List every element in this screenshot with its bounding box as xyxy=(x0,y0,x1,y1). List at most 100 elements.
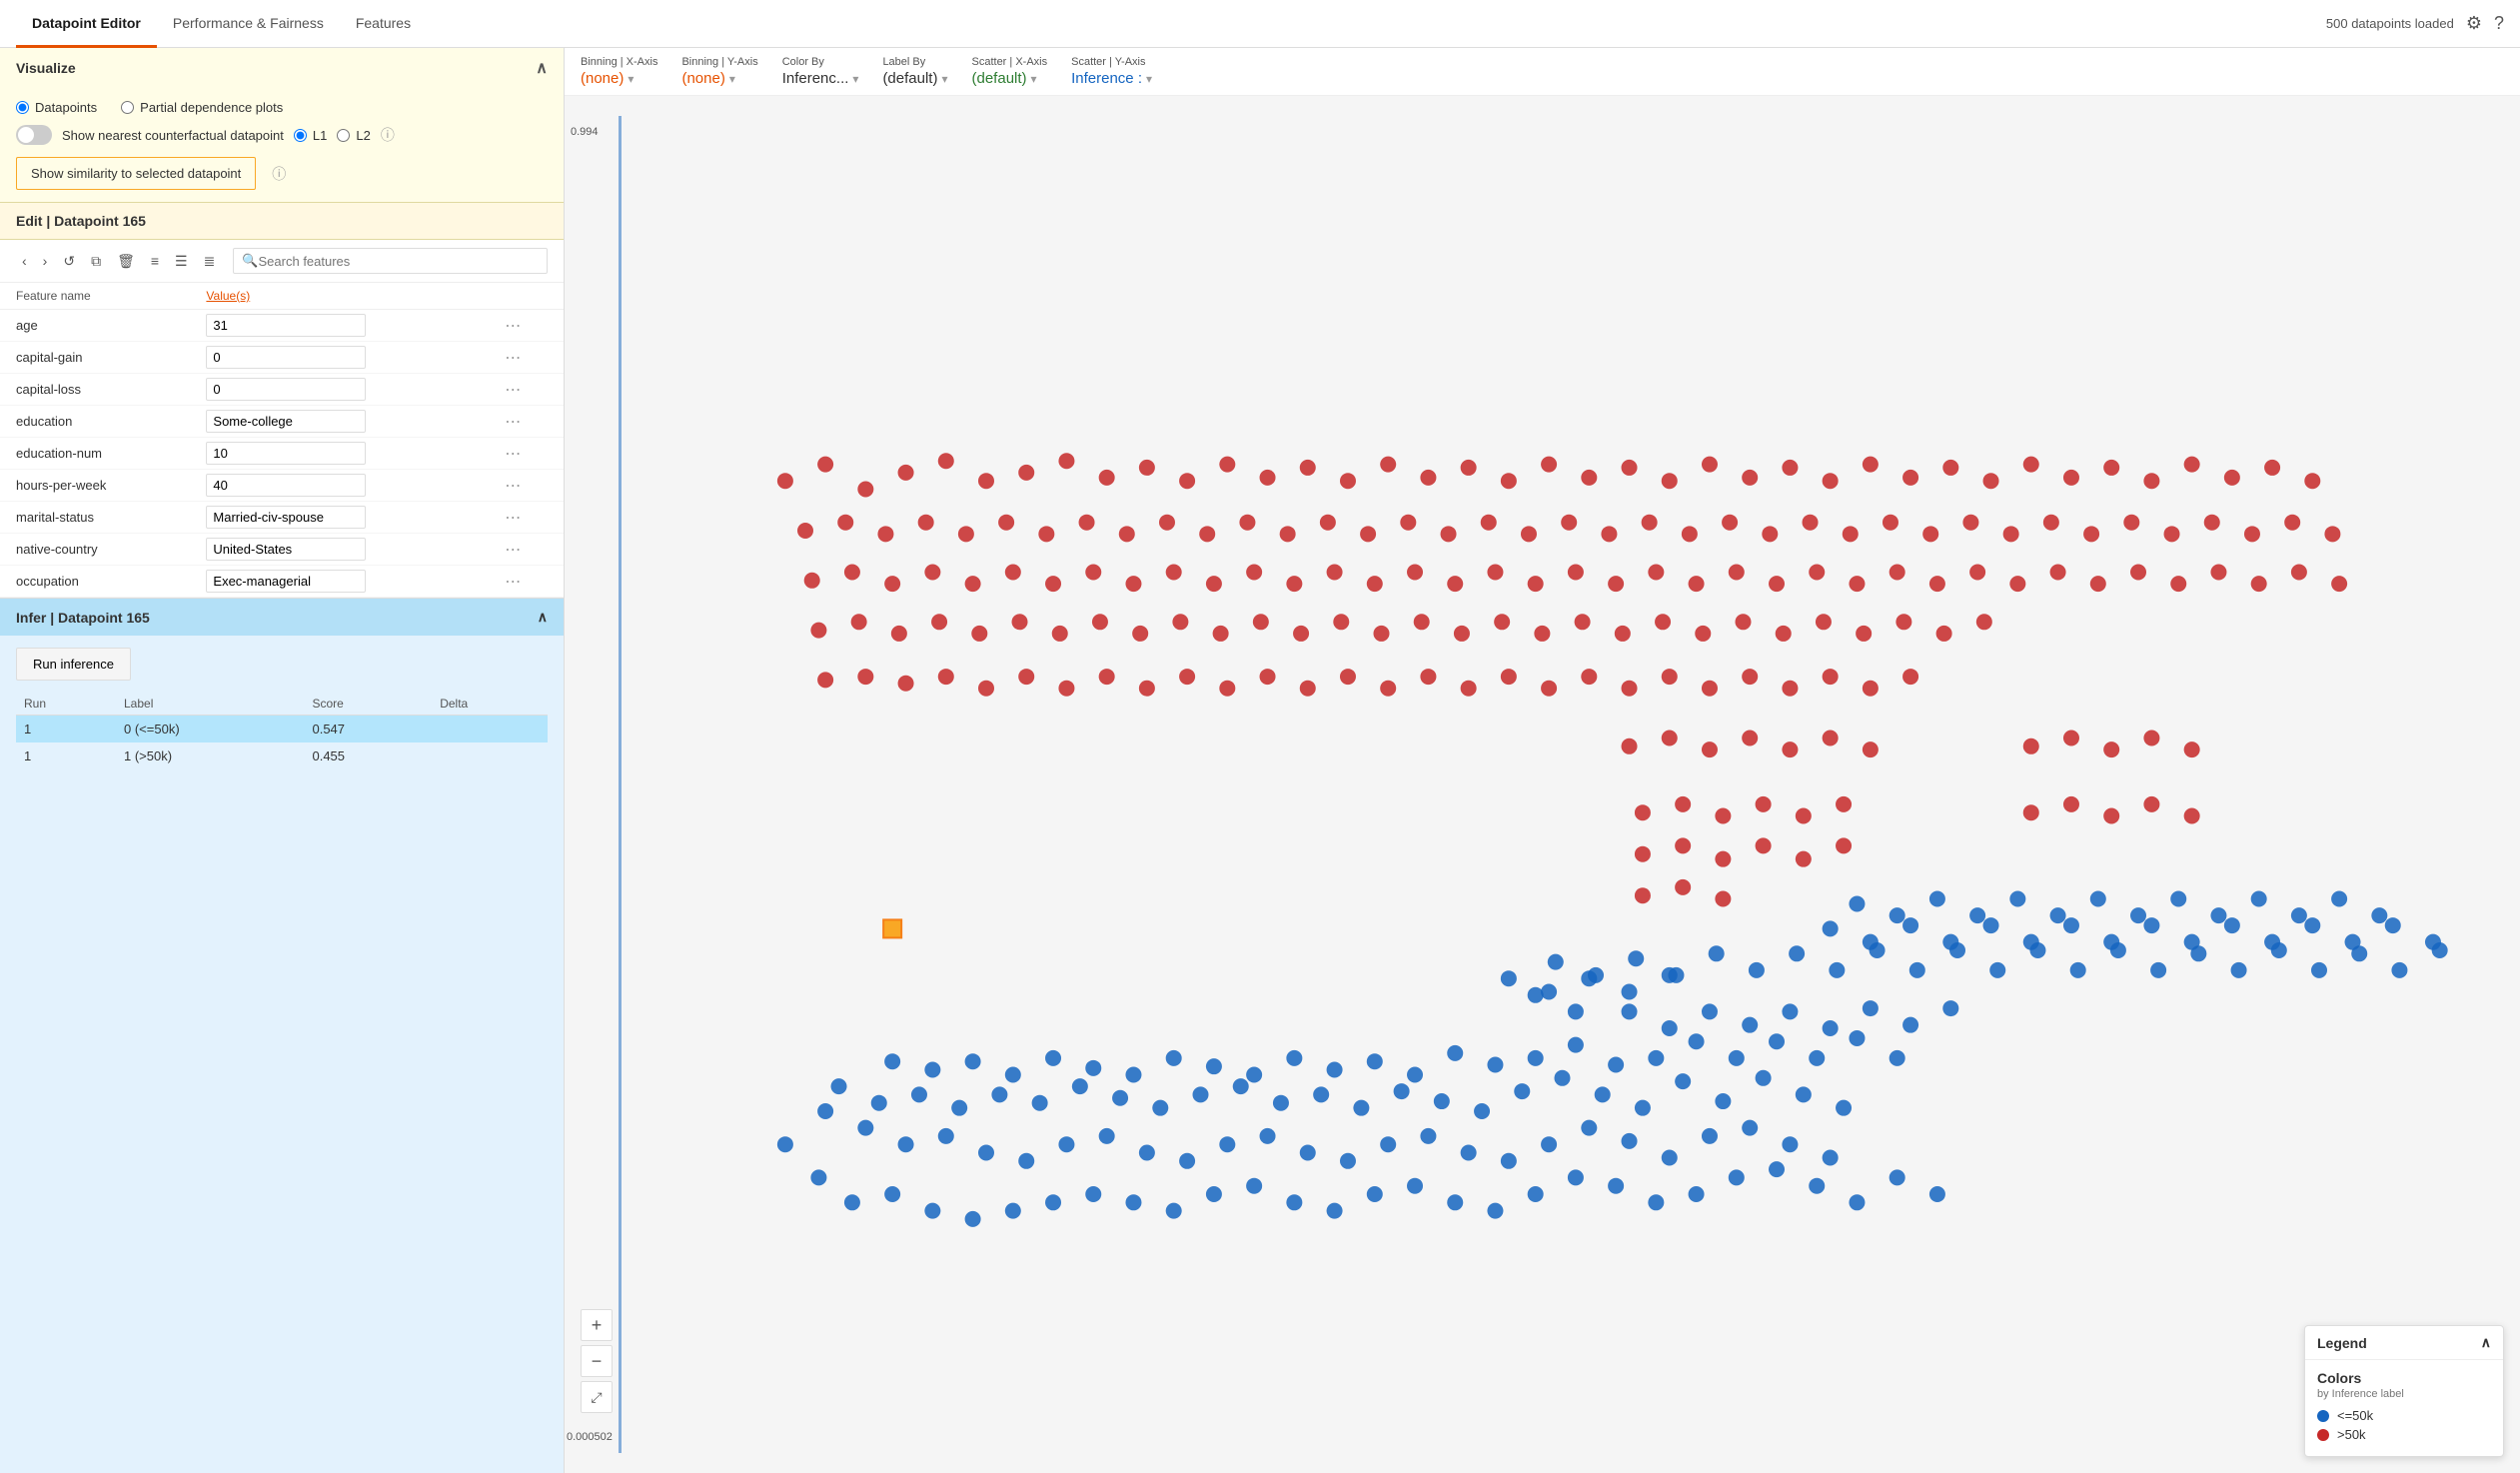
scatter-dot[interactable] xyxy=(1890,1050,1905,1066)
scatter-dot[interactable] xyxy=(1501,669,1517,685)
scatter-dot[interactable] xyxy=(1608,1178,1624,1194)
scatter-dot[interactable] xyxy=(1541,983,1557,999)
feature-value-cell[interactable] xyxy=(190,342,489,374)
scatter-dot[interactable] xyxy=(1568,1037,1584,1053)
tab-features[interactable]: Features xyxy=(340,1,427,48)
feature-value-cell[interactable] xyxy=(190,438,489,470)
scatter-dot[interactable] xyxy=(1575,614,1591,630)
scatter-dot[interactable] xyxy=(1045,1194,1061,1210)
scatter-dot[interactable] xyxy=(2304,917,2320,933)
scatter-dot[interactable] xyxy=(1400,515,1416,531)
scatter-dot[interactable] xyxy=(2103,808,2119,824)
scatter-dot[interactable] xyxy=(1179,473,1195,489)
binning-x-select[interactable]: (none) ▾ xyxy=(581,70,657,87)
tab-performance-fairness[interactable]: Performance & Fairness xyxy=(157,1,340,48)
scatter-dot[interactable] xyxy=(1796,851,1812,867)
scatter-dot[interactable] xyxy=(1969,565,1985,581)
counterfactual-toggle[interactable] xyxy=(16,125,52,145)
scatter-dot[interactable] xyxy=(1521,526,1537,542)
scatter-dot[interactable] xyxy=(1581,669,1597,685)
scatter-dot[interactable] xyxy=(911,1086,927,1102)
feature-more-button[interactable]: ⋯ xyxy=(505,316,521,336)
scatter-dot[interactable] xyxy=(1032,1095,1048,1111)
scatter-area[interactable]: 0.994 0.000502 + − ⤢ Legend ∧ Colors xyxy=(565,96,2520,1473)
scatter-dot[interactable] xyxy=(1568,1003,1584,1019)
scatter-dot[interactable] xyxy=(1139,460,1155,476)
scatter-dot[interactable] xyxy=(1635,1100,1651,1116)
scatter-dot[interactable] xyxy=(2345,934,2361,950)
scatter-dot[interactable] xyxy=(1125,1066,1141,1082)
scatter-dot[interactable] xyxy=(1715,851,1731,867)
scatter-dot[interactable] xyxy=(1662,1149,1678,1165)
scatter-dot[interactable] xyxy=(1038,526,1054,542)
scatter-dot[interactable] xyxy=(1501,1153,1517,1169)
scatter-dot[interactable] xyxy=(2063,731,2079,746)
scatter-dot[interactable] xyxy=(1300,681,1316,697)
scatter-dot[interactable] xyxy=(1729,1050,1745,1066)
scatter-dot[interactable] xyxy=(1809,565,1825,581)
scatter-dot[interactable] xyxy=(1286,1194,1302,1210)
scatter-dot[interactable] xyxy=(958,526,974,542)
scatter-dot[interactable] xyxy=(1983,917,1999,933)
fit-screen-button[interactable]: ⤢ xyxy=(581,1381,613,1413)
scatter-dot[interactable] xyxy=(2311,962,2327,978)
scatter-dot[interactable] xyxy=(1528,1186,1544,1202)
scatter-dot[interactable] xyxy=(1099,470,1115,486)
scatter-dot[interactable] xyxy=(1902,470,1918,486)
scatter-dot[interactable] xyxy=(1487,565,1503,581)
scatter-dot[interactable] xyxy=(804,573,820,589)
feature-more-button[interactable]: ⋯ xyxy=(505,476,521,496)
scatter-dot[interactable] xyxy=(924,1203,940,1219)
scatter-dot[interactable] xyxy=(1568,565,1584,581)
scatter-dot[interactable] xyxy=(2063,917,2079,933)
delete-button[interactable]: 🗑 xyxy=(111,249,141,274)
scatter-dot[interactable] xyxy=(1976,614,1992,630)
scatter-dot[interactable] xyxy=(884,1186,900,1202)
scatter-dot[interactable] xyxy=(991,1086,1007,1102)
scatter-dot[interactable] xyxy=(2150,962,2166,978)
scatter-dot[interactable] xyxy=(2210,907,2226,923)
scatter-dot[interactable] xyxy=(1942,460,1958,476)
scatter-dot[interactable] xyxy=(1715,1093,1731,1109)
scatter-dot[interactable] xyxy=(1447,576,1463,592)
scatter-dot[interactable] xyxy=(1863,1000,1879,1016)
scatter-dot[interactable] xyxy=(1414,614,1430,630)
scatter-dot[interactable] xyxy=(1286,576,1302,592)
scatter-dot[interactable] xyxy=(1648,1050,1664,1066)
scatter-dot[interactable] xyxy=(965,1053,981,1069)
scatter-dot[interactable] xyxy=(2143,473,2159,489)
align-left-button[interactable]: ≡ xyxy=(145,249,165,273)
scatter-dot[interactable] xyxy=(1782,741,1798,757)
scatter-dot[interactable] xyxy=(1018,465,1034,481)
scatter-dot[interactable] xyxy=(1776,626,1792,642)
similarity-button[interactable]: Show similarity to selected datapoint xyxy=(16,157,256,190)
scatter-dot[interactable] xyxy=(2385,917,2401,933)
scatter-dot[interactable] xyxy=(1293,626,1309,642)
scatter-dot[interactable] xyxy=(1179,1153,1195,1169)
scatter-dot[interactable] xyxy=(1005,1066,1021,1082)
feature-more-button[interactable]: ⋯ xyxy=(505,508,521,528)
scatter-dot[interactable] xyxy=(1374,626,1390,642)
scatter-dot[interactable] xyxy=(2291,907,2307,923)
scatter-dot[interactable] xyxy=(1902,669,1918,685)
feature-more-button[interactable]: ⋯ xyxy=(505,380,521,400)
scatter-dot[interactable] xyxy=(1139,1145,1155,1161)
scatter-dot[interactable] xyxy=(965,1211,981,1227)
scatter-dot[interactable] xyxy=(1782,1136,1798,1152)
scatter-dot[interactable] xyxy=(1012,614,1028,630)
scatter-dot[interactable] xyxy=(1762,526,1778,542)
scatter-dot[interactable] xyxy=(1749,962,1765,978)
scatter-dot[interactable] xyxy=(1895,614,1911,630)
scatter-dot[interactable] xyxy=(1367,576,1383,592)
scatter-dot[interactable] xyxy=(1166,1203,1182,1219)
scatter-dot[interactable] xyxy=(918,515,934,531)
scatter-dot[interactable] xyxy=(1058,1136,1074,1152)
scatter-dot[interactable] xyxy=(1246,565,1262,581)
next-button[interactable]: › xyxy=(37,249,54,273)
scatter-dot[interactable] xyxy=(998,515,1014,531)
scatter-dot[interactable] xyxy=(1461,460,1477,476)
scatter-dot[interactable] xyxy=(1514,1083,1530,1099)
scatter-dot[interactable] xyxy=(1635,887,1651,903)
scatter-dot[interactable] xyxy=(1112,1090,1128,1106)
scatter-dot[interactable] xyxy=(1622,1003,1638,1019)
